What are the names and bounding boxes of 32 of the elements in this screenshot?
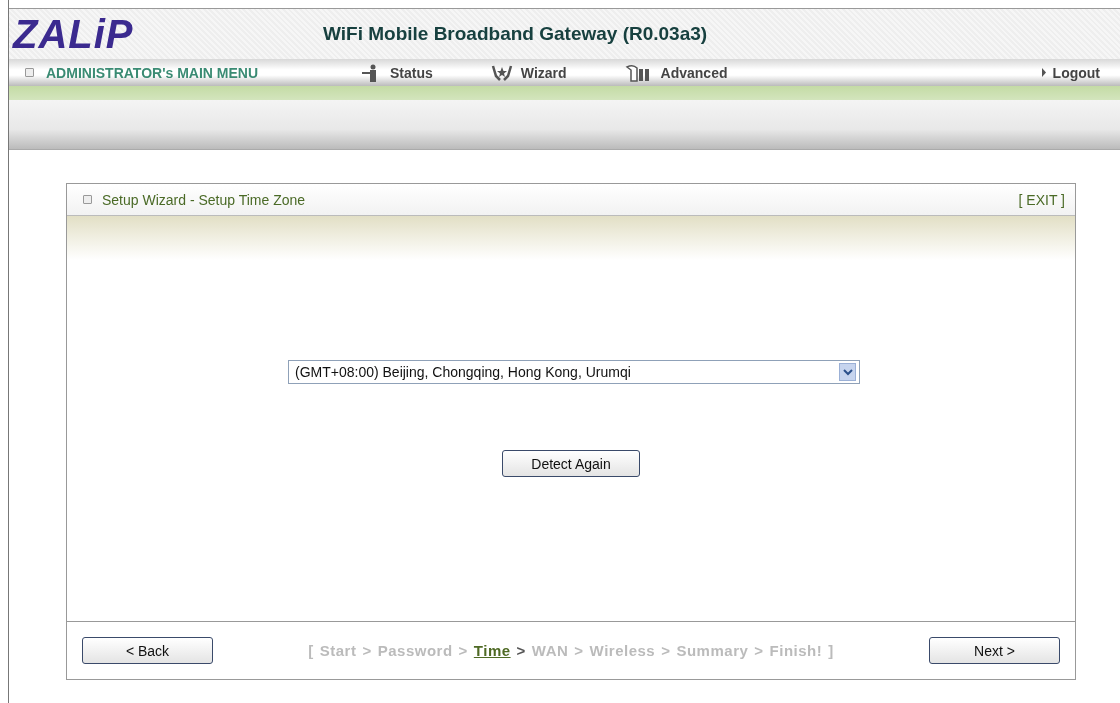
wizard-step: Password xyxy=(377,642,453,659)
bracket: ] xyxy=(828,642,834,659)
step-separator: > xyxy=(362,642,372,659)
wizard-step: Summary xyxy=(676,642,749,659)
exit-link[interactable]: [ EXIT ] xyxy=(1018,191,1065,208)
step-separator: > xyxy=(661,642,671,659)
step-separator: > xyxy=(754,642,764,659)
timezone-dropdown[interactable]: (GMT+08:00) Beijing, Chongqing, Hong Kong, Urumqi xyxy=(288,360,860,384)
menu-link[interactable]: Wizard xyxy=(490,63,567,82)
menu-link[interactable]: Advanced xyxy=(624,63,728,82)
menu-link[interactable]: Status xyxy=(360,63,433,82)
square-icon xyxy=(25,68,34,77)
step-separator: > xyxy=(458,642,468,659)
logo: ZALiP xyxy=(13,11,135,57)
wizard-step: Wireless xyxy=(589,642,656,659)
menu-title: ADMINISTRATOR's MAIN MENU xyxy=(46,64,259,81)
square-icon xyxy=(83,195,92,204)
wizard-step: Finish! xyxy=(769,642,823,659)
next-button[interactable]: Next > xyxy=(929,637,1060,664)
detect-again-button[interactable]: Detect Again xyxy=(502,450,640,477)
panel-title: Setup Wizard - Setup Time Zone xyxy=(102,191,306,208)
step-separator: > xyxy=(516,642,526,659)
wizard-step: Start xyxy=(319,642,357,659)
star-hands-icon xyxy=(490,63,513,82)
page-title: WiFi Mobile Broadband Gateway (R0.03a3) xyxy=(323,23,708,45)
wizard-step: Time xyxy=(473,642,511,659)
logout-link[interactable]: Logout xyxy=(1040,64,1100,81)
bracket: [ xyxy=(308,642,314,659)
wizard-step: WAN xyxy=(531,642,569,659)
step-separator: > xyxy=(574,642,584,659)
caret-icon xyxy=(1040,68,1047,77)
back-button[interactable]: < Back xyxy=(82,637,213,664)
